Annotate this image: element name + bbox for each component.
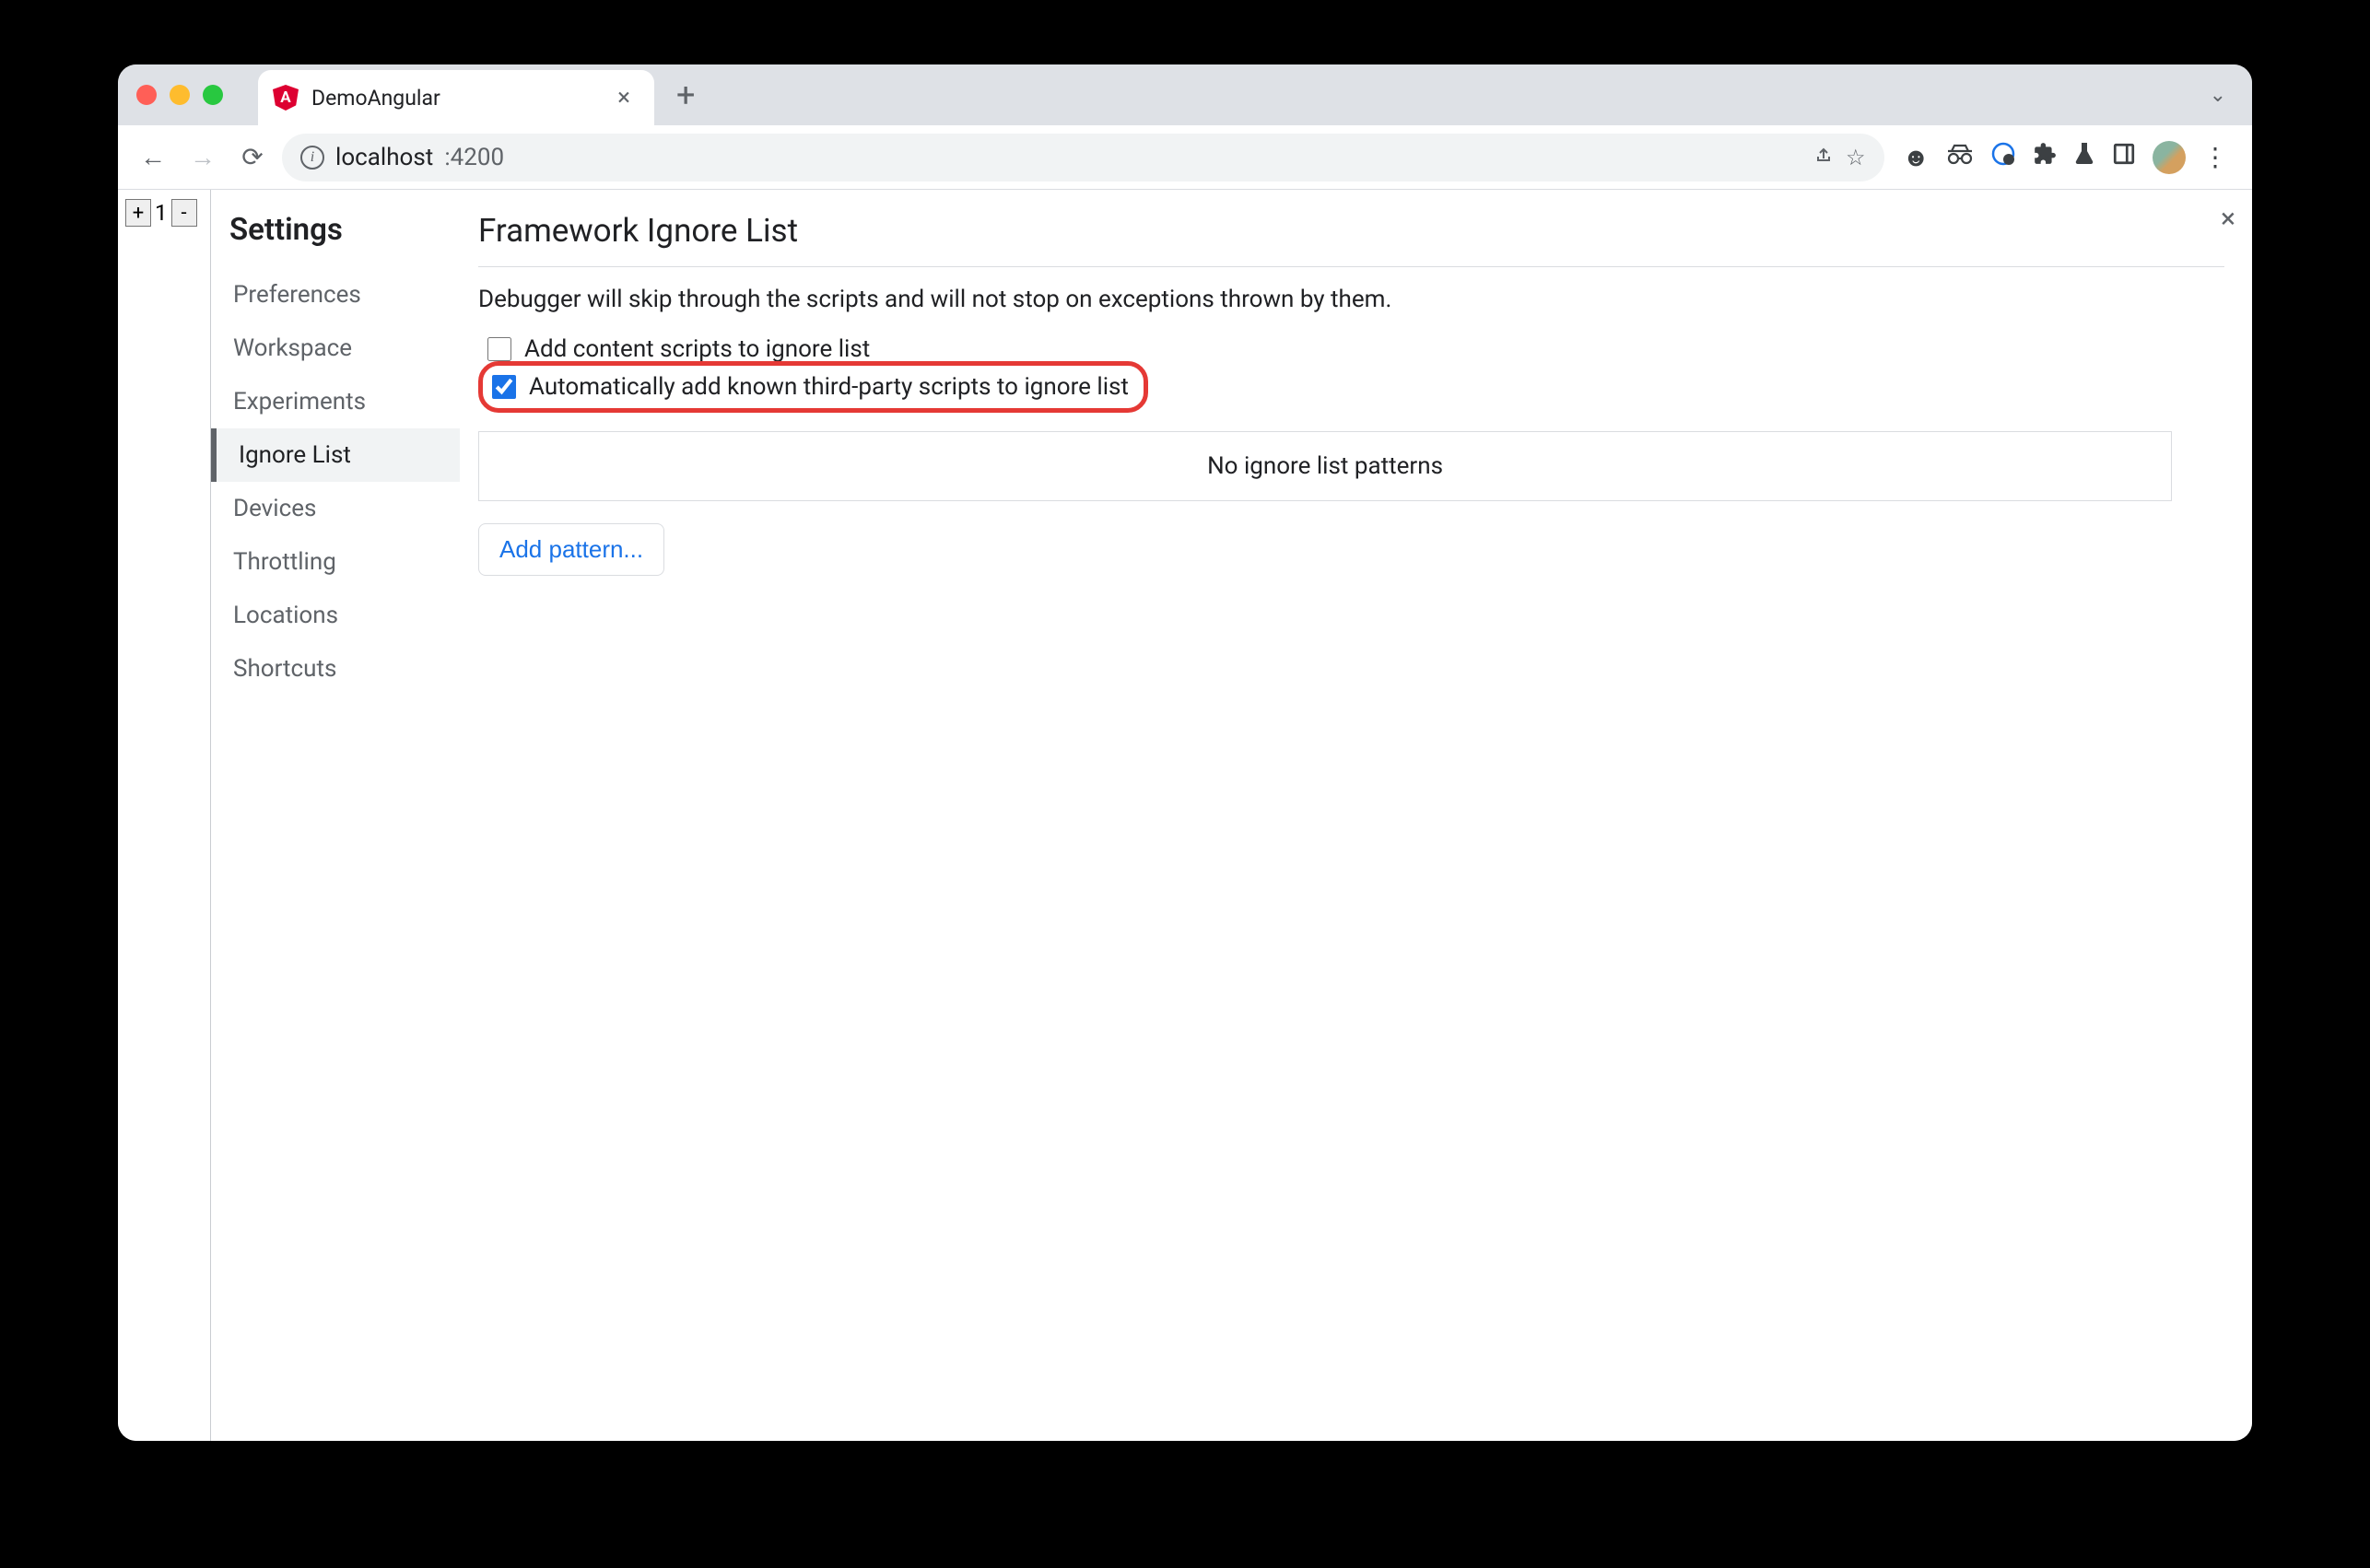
reload-button[interactable]: ⟳ bbox=[232, 137, 273, 178]
titlebar: DemoAngular × + ⌄ bbox=[118, 64, 2252, 125]
patterns-empty-text: No ignore list patterns bbox=[1207, 452, 1443, 480]
settings-main: × Framework Ignore List Debugger will sk… bbox=[460, 190, 2252, 1441]
new-tab-button[interactable]: + bbox=[676, 76, 695, 114]
window-controls bbox=[136, 85, 223, 105]
content-scripts-label: Add content scripts to ignore list bbox=[524, 335, 870, 363]
labs-icon[interactable] bbox=[2073, 141, 2095, 173]
extension-icons: ☻ ⋮ bbox=[1894, 141, 2237, 174]
devtools-settings: Settings Preferences Workspace Experimen… bbox=[210, 190, 2252, 1441]
panel-title: Framework Ignore List bbox=[478, 212, 2224, 267]
nav-locations[interactable]: Locations bbox=[229, 589, 460, 642]
third-party-row[interactable]: Automatically add known third-party scri… bbox=[492, 373, 1129, 401]
extension-icon[interactable] bbox=[1990, 141, 2016, 173]
nav-shortcuts[interactable]: Shortcuts bbox=[229, 642, 460, 696]
url-field[interactable]: i localhost :4200 ☆ bbox=[282, 134, 1884, 181]
address-bar: ← → ⟳ i localhost :4200 ☆ ☻ bbox=[118, 125, 2252, 190]
browser-window: DemoAngular × + ⌄ ← → ⟳ i localhost :4200… bbox=[118, 64, 2252, 1441]
window-close-button[interactable] bbox=[136, 85, 157, 105]
tabs-menu-button[interactable]: ⌄ bbox=[2202, 76, 2234, 114]
forward-button[interactable]: → bbox=[182, 137, 223, 178]
side-panel-icon[interactable] bbox=[2112, 142, 2136, 172]
increment-button[interactable]: + bbox=[125, 199, 151, 227]
browser-tab[interactable]: DemoAngular × bbox=[258, 70, 654, 125]
url-port: :4200 bbox=[444, 144, 504, 171]
site-info-icon[interactable]: i bbox=[300, 146, 324, 170]
profile-avatar[interactable] bbox=[2153, 141, 2186, 174]
patterns-list: No ignore list patterns bbox=[478, 431, 2172, 501]
nav-throttling[interactable]: Throttling bbox=[229, 535, 460, 589]
settings-sidebar: Settings Preferences Workspace Experimen… bbox=[211, 190, 460, 1441]
decrement-button[interactable]: - bbox=[171, 199, 197, 227]
settings-nav: Preferences Workspace Experiments Ignore… bbox=[229, 268, 460, 696]
window-maximize-button[interactable] bbox=[203, 85, 223, 105]
page-content: + 1 - bbox=[118, 190, 210, 1441]
nav-experiments[interactable]: Experiments bbox=[229, 375, 460, 428]
bookmark-icon[interactable]: ☆ bbox=[1846, 145, 1866, 170]
back-button[interactable]: ← bbox=[133, 137, 173, 178]
nav-devices[interactable]: Devices bbox=[229, 482, 460, 535]
counter-value: 1 bbox=[151, 199, 171, 227]
tab-close-button[interactable]: × bbox=[612, 84, 636, 111]
nav-ignore-list[interactable]: Ignore List bbox=[211, 428, 460, 482]
highlight-annotation: Automatically add known third-party scri… bbox=[478, 361, 1148, 413]
browser-menu-button[interactable]: ⋮ bbox=[2202, 142, 2228, 172]
incognito-icon[interactable] bbox=[1946, 142, 1974, 172]
settings-close-button[interactable]: × bbox=[2221, 203, 2235, 235]
nav-workspace[interactable]: Workspace bbox=[229, 322, 460, 375]
settings-title: Settings bbox=[229, 212, 460, 248]
extensions-menu-icon[interactable] bbox=[2033, 142, 2057, 172]
share-icon[interactable] bbox=[1813, 144, 1835, 171]
third-party-label: Automatically add known third-party scri… bbox=[529, 373, 1129, 401]
third-party-checkbox[interactable] bbox=[492, 375, 516, 399]
window-minimize-button[interactable] bbox=[170, 85, 190, 105]
add-pattern-button[interactable]: Add pattern... bbox=[478, 523, 664, 576]
panel-description: Debugger will skip through the scripts a… bbox=[478, 286, 2224, 313]
content-scripts-checkbox[interactable] bbox=[487, 337, 511, 361]
content-area: + 1 - Settings Preferences Workspace Exp… bbox=[118, 190, 2252, 1441]
tab-title: DemoAngular bbox=[311, 86, 599, 111]
url-host: localhost bbox=[335, 144, 433, 171]
nav-preferences[interactable]: Preferences bbox=[229, 268, 460, 322]
angular-icon bbox=[273, 85, 299, 111]
extension-icon[interactable]: ☻ bbox=[1903, 142, 1930, 172]
